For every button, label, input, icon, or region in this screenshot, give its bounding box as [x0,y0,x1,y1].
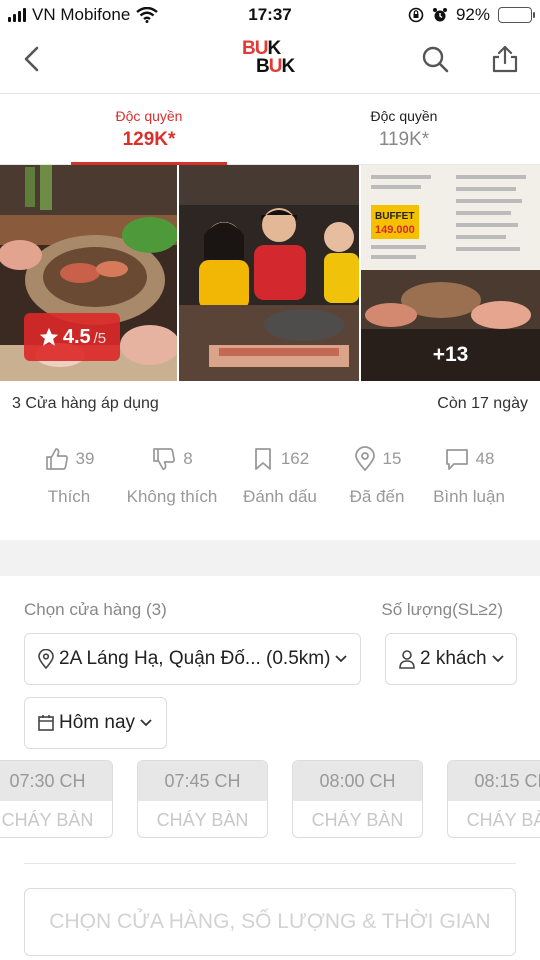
share-icon[interactable] [490,44,520,74]
time-slot[interactable]: 07:45 CH CHÁY BÀN [137,760,268,838]
tab-label: Độc quyền [115,108,183,124]
location-pin-icon [38,649,54,669]
slot-time: 08:15 CH [448,761,540,801]
tab-deal-129k[interactable]: Độc quyền 129K* [49,95,249,165]
visited-count: 15 [382,449,402,468]
screen-lock-icon [408,7,424,23]
quantity-label: Số lượng(SL≥2) [381,600,503,619]
comment-count: 48 [475,449,495,468]
search-icon[interactable] [420,44,450,74]
time-slot-list: 07:30 CH CHÁY BÀN 07:45 CH CHÁY BÀN 08:0… [0,760,540,840]
store-dropdown[interactable]: 2A Láng Hạ, Quận Đố... (0.5km) [24,633,361,685]
date-value: Hôm nay [59,712,136,733]
chevron-down-icon [140,719,152,727]
like-label: Thích [47,487,91,506]
rating-score: 4.5 [62,325,91,348]
menu-price-text: 149.000 [375,224,415,236]
star-icon [39,327,58,346]
chevron-down-icon [491,655,504,663]
chevron-down-icon [335,655,348,663]
dislike-action[interactable]: 8 Không thích [117,442,227,507]
choose-store-quantity-time-button[interactable]: CHỌN CỬA HÀNG, SỐ LƯỢNG & THỜI GIAN [24,888,516,956]
rating-max: /5 [93,330,107,347]
days-left-text: Còn 17 ngày [437,395,528,412]
store-value: 2A Láng Hạ, Quận Đố... (0.5km) [59,648,331,669]
thumbs-down-icon [153,448,176,470]
time-slot[interactable]: 08:00 CH CHÁY BÀN [292,760,423,838]
comment-label: Bình luận [433,487,505,506]
photo-gallery: 4.5 /5 BUFFET 149.000 +13 [0,165,540,381]
menu-sign-text: BUFFET [375,211,414,222]
like-action[interactable]: 39 Thích [14,442,124,507]
dislike-count: 8 [183,449,193,468]
thumbs-up-icon [45,448,68,470]
location-pin-icon [354,446,375,472]
rating-badge: 4.5 /5 [24,313,120,361]
stores-applied-text[interactable]: 3 Cửa hàng áp dụng [12,395,159,413]
like-count: 39 [75,449,95,468]
slot-time: 07:30 CH [0,761,112,801]
calendar-icon [38,715,54,731]
tab-deal-119k[interactable]: Độc quyền 119K* [304,95,504,165]
photo-diners[interactable] [179,165,359,381]
more-photos-count: +13 [361,329,540,381]
slot-status: CHÁY BÀN [311,809,404,830]
quantity-dropdown[interactable]: 2 khách [385,633,517,685]
battery-percent: 92% [455,5,490,24]
quantity-value: 2 khách [420,648,487,669]
price-tabs: Độc quyền 129K* Độc quyền 119K* [0,95,540,165]
person-icon [399,650,415,669]
tab-price: 129K* [122,129,176,150]
comment-action[interactable]: 48 Bình luận [414,442,524,507]
store-select-label: Chọn cửa hàng (3) [24,600,167,619]
slot-time: 07:45 CH [138,761,267,801]
slot-status: CHÁY BÀN [1,809,94,830]
divider [24,863,516,864]
bookmark-icon [254,448,271,470]
section-separator [0,540,540,576]
tab-label: Độc quyền [370,108,438,124]
alarm-icon [432,8,447,22]
app-logo: BUK BUK [242,38,295,77]
time-slot[interactable]: 08:15 CH CHÁY BÀN [447,760,540,838]
back-icon[interactable] [18,44,48,74]
slot-status: CHÁY BÀN [156,809,249,830]
nav-bar: BUK BUK [0,32,540,94]
bookmark-action[interactable]: 162 Đánh dấu [225,442,335,507]
tab-price: 119K* [378,129,430,150]
social-actions: 39 Thích 8 Không thích 162 Đánh dấu 15 Đ… [0,442,540,522]
time-slot[interactable]: 07:30 CH CHÁY BÀN [0,760,113,838]
battery-icon [498,7,535,23]
dislike-label: Không thích [126,487,218,506]
bookmark-count: 162 [280,449,310,468]
comment-icon [445,449,468,470]
bookmark-label: Đánh dấu [243,487,317,506]
slot-time: 08:00 CH [293,761,422,801]
slot-status: CHÁY BÀN [466,809,540,830]
status-right: 92% [408,5,535,25]
photo-bbq-table[interactable]: 4.5 /5 [0,165,177,381]
date-dropdown[interactable]: Hôm nay [24,697,167,749]
photo-menu-more[interactable]: BUFFET 149.000 +13 [361,165,540,381]
status-bar: VN Mobifone 17:37 92% [0,0,540,32]
